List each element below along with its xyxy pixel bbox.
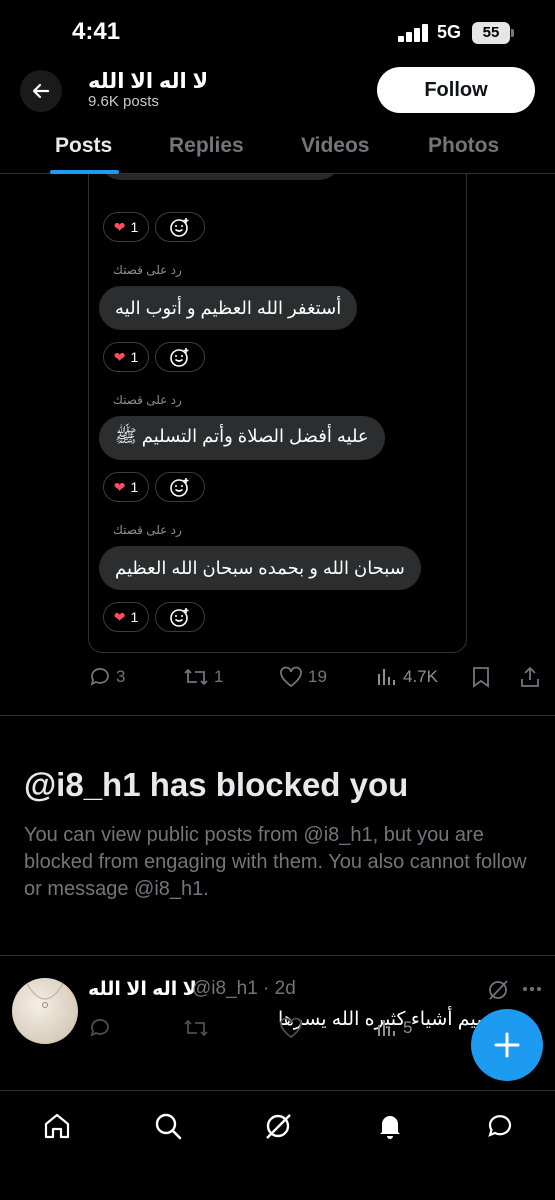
views-bar-icon: [378, 1020, 395, 1036]
plus-icon: [494, 1032, 520, 1058]
post-count: 9.6K posts: [88, 93, 159, 110]
repost-icon: [184, 668, 208, 686]
add-reaction-button[interactable]: [155, 342, 205, 372]
reaction-chip[interactable]: ❤ 1: [103, 212, 149, 242]
reply-label: رد على قصتك: [113, 393, 182, 407]
reply-count: 3: [116, 667, 126, 686]
necklace-photo: [25, 981, 65, 1008]
reply-label: رد على قصتك: [113, 263, 182, 277]
tab-posts[interactable]: Posts: [55, 134, 112, 158]
share-icon: [521, 666, 539, 687]
back-button[interactable]: [20, 70, 62, 112]
tab-photos[interactable]: Photos: [428, 134, 499, 158]
reaction-count: 1: [130, 349, 139, 365]
status-bar: 4:41 5G 55: [0, 0, 555, 62]
heart-icon: [280, 666, 302, 688]
battery-tip: [511, 29, 514, 37]
emoji-plus-icon: [170, 608, 189, 627]
messages-icon[interactable]: [485, 1111, 515, 1146]
repost-action[interactable]: 1: [182, 665, 223, 689]
story-reply-bubble: سبحان الله و بحمده سبحان الله العظيم: [99, 546, 421, 590]
tab-videos[interactable]: Videos: [301, 134, 369, 158]
profile-tabs: Posts Replies Videos Photos: [0, 118, 555, 174]
avatar[interactable]: [12, 978, 78, 1044]
views-action[interactable]: 5: [375, 1016, 412, 1040]
reply-icon: [90, 668, 109, 686]
heart-emoji-icon: ❤: [113, 348, 126, 365]
bottom-nav: [0, 1090, 555, 1200]
like-count: 19: [308, 667, 327, 686]
repost-icon: [184, 1019, 208, 1037]
bookmark-action[interactable]: [470, 665, 496, 689]
view-count: 5: [403, 1018, 413, 1037]
reaction-chip[interactable]: ❤ 1: [103, 342, 149, 372]
tab-replies[interactable]: Replies: [169, 134, 244, 158]
search-icon[interactable]: [153, 1111, 183, 1146]
follow-button[interactable]: Follow: [377, 67, 535, 113]
story-replies-card: لااله الا الله محمد رسول الله ❤1 رد على …: [88, 150, 467, 653]
view-count: 4.7K: [403, 667, 438, 686]
grok-icon[interactable]: [486, 978, 510, 1007]
reply-action[interactable]: 3: [88, 665, 125, 689]
story-reply-bubble: عليه أفضل الصلاة وأتم التسليم ﷺ: [99, 416, 385, 460]
views-action[interactable]: 4.7K: [375, 665, 438, 689]
emoji-plus-icon: [170, 218, 189, 237]
add-reaction-button[interactable]: [155, 472, 205, 502]
divider: [0, 715, 555, 716]
like-action[interactable]: 19: [278, 665, 327, 689]
signal-icon: [398, 24, 430, 42]
post-author-name[interactable]: لا اله الا الله: [88, 978, 197, 1001]
divider: [0, 955, 555, 956]
views-bar-icon: [378, 669, 395, 685]
notifications-bell-icon[interactable]: [375, 1111, 405, 1146]
compose-button[interactable]: [471, 1009, 543, 1081]
heart-emoji-icon: ❤: [113, 218, 126, 235]
blocked-title: @i8_h1 has blocked you: [24, 766, 409, 803]
add-reaction-button[interactable]: [155, 212, 205, 242]
bookmark-icon: [473, 667, 489, 688]
emoji-plus-icon: [170, 478, 189, 497]
reaction-count: 1: [130, 609, 139, 625]
battery-icon: 55: [472, 22, 510, 44]
emoji-plus-icon: [170, 348, 189, 367]
heart-icon: [280, 1017, 302, 1039]
reaction-count: 1: [130, 479, 139, 495]
story-reply-bubble: أستغفر الله العظيم و أتوب اليه: [99, 286, 358, 330]
active-tab-indicator: [50, 170, 119, 174]
repost-count: 1: [214, 667, 224, 686]
post-handle-time: @i8_h1 · 2d: [192, 978, 296, 999]
more-options-icon[interactable]: [522, 982, 542, 1001]
status-time: 4:41: [72, 18, 121, 45]
network-label: 5G: [437, 22, 462, 42]
heart-emoji-icon: ❤: [113, 608, 126, 625]
add-reaction-button[interactable]: [155, 602, 205, 632]
home-icon[interactable]: [42, 1111, 72, 1146]
share-action[interactable]: [518, 665, 546, 689]
reply-icon: [90, 1019, 109, 1037]
profile-name: لا اله الا الله: [88, 70, 209, 93]
like-action[interactable]: [278, 1016, 308, 1040]
reply-label: رد على قصتك: [113, 523, 182, 537]
repost-action[interactable]: [182, 1016, 214, 1040]
reply-action[interactable]: [88, 1016, 116, 1040]
heart-emoji-icon: ❤: [113, 478, 126, 495]
reaction-chip[interactable]: ❤ 1: [103, 472, 149, 502]
arrow-left-icon: [32, 83, 50, 99]
blocked-description: You can view public posts from @i8_h1, b…: [24, 824, 527, 900]
reaction-chip[interactable]: ❤ 1: [103, 602, 149, 632]
reaction-count: 1: [130, 219, 139, 235]
grok-icon[interactable]: [263, 1111, 293, 1146]
